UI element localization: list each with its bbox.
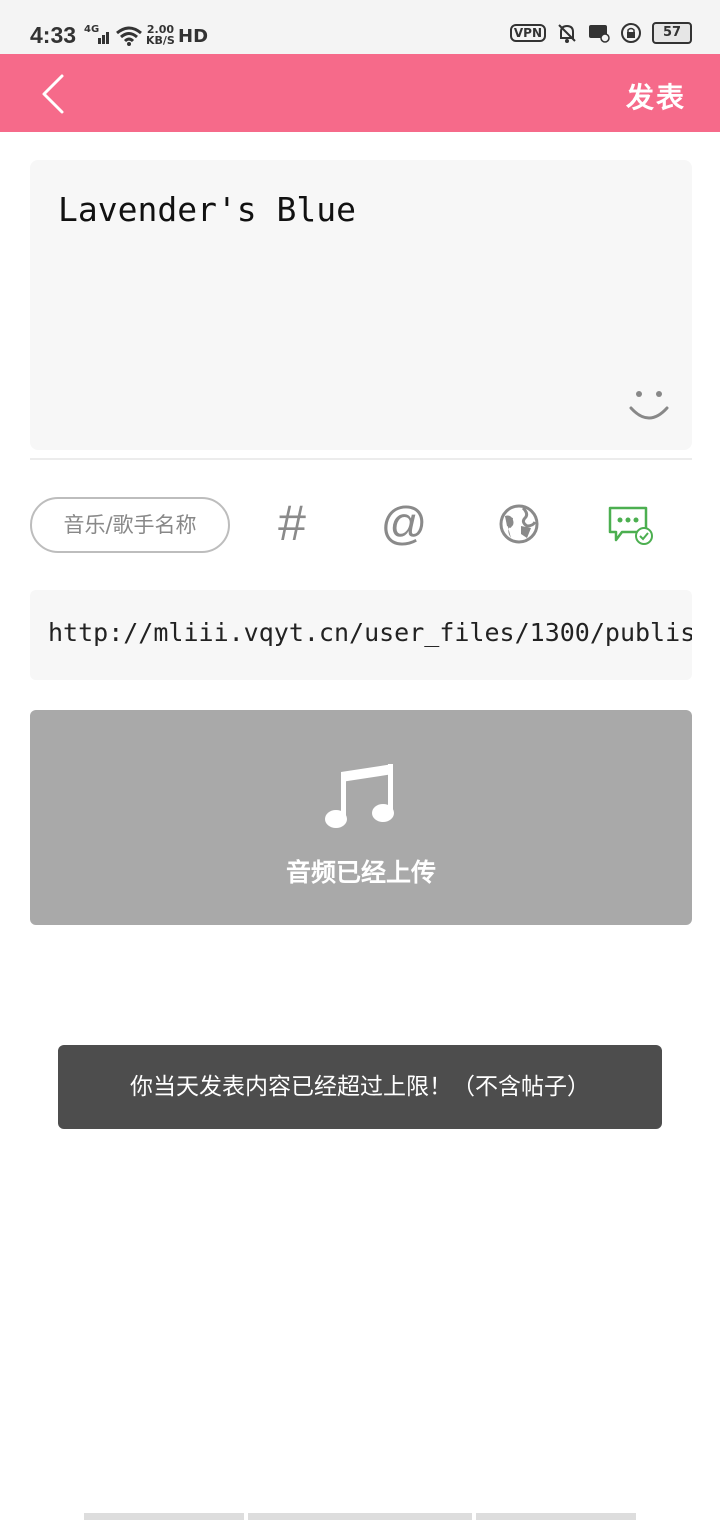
nav-indicator	[84, 1513, 244, 1520]
vpn-icon: VPN	[509, 24, 546, 42]
divider	[30, 458, 692, 460]
music-artist-input[interactable]: 音乐/歌手名称	[30, 497, 230, 553]
nav-indicator	[476, 1513, 636, 1520]
signal-icon	[98, 32, 109, 44]
compose-textarea[interactable]: Lavender's Blue	[30, 160, 692, 450]
nav-indicator	[248, 1513, 472, 1520]
link-url[interactable]: http://mliii.vqyt.cn/user_files/1300/pub…	[48, 618, 692, 647]
link-field[interactable]: http://mliii.vqyt.cn/user_files/1300/pub…	[30, 590, 692, 680]
status-right-icons: VPN 57	[509, 22, 692, 44]
app-header: 发表	[0, 54, 720, 132]
hash-icon[interactable]: #	[268, 498, 316, 548]
network-speed: 2.00 KB/S	[146, 24, 175, 46]
battery-indicator: 57	[652, 22, 692, 44]
wifi-icon	[116, 26, 142, 46]
at-icon[interactable]: @	[380, 500, 428, 548]
music-upload-card[interactable]: 音频已经上传	[30, 710, 692, 925]
publish-button[interactable]: 发表	[626, 76, 686, 116]
toast-message: 你当天发表内容已经超过上限！（不含帖子）	[58, 1045, 662, 1129]
music-note-icon	[325, 764, 394, 828]
back-chevron-icon[interactable]	[28, 70, 76, 118]
network-indicator: 4G	[84, 24, 100, 35]
status-bar: 4:33 4G 2.00 KB/S HD VPN 57	[0, 0, 720, 54]
chat-check-icon[interactable]	[606, 500, 654, 548]
music-status-text: 音频已经上传	[285, 858, 436, 887]
compose-text[interactable]: Lavender's Blue	[58, 190, 356, 229]
status-time: 4:33	[30, 22, 77, 48]
message-blocked-icon	[589, 25, 610, 43]
rotation-lock-icon	[621, 23, 641, 43]
hd-indicator: HD	[178, 26, 209, 47]
speed-unit: KB/S	[146, 34, 175, 47]
bell-off-icon	[558, 24, 576, 43]
smile-icon[interactable]	[628, 384, 670, 426]
globe-icon[interactable]	[495, 500, 543, 548]
